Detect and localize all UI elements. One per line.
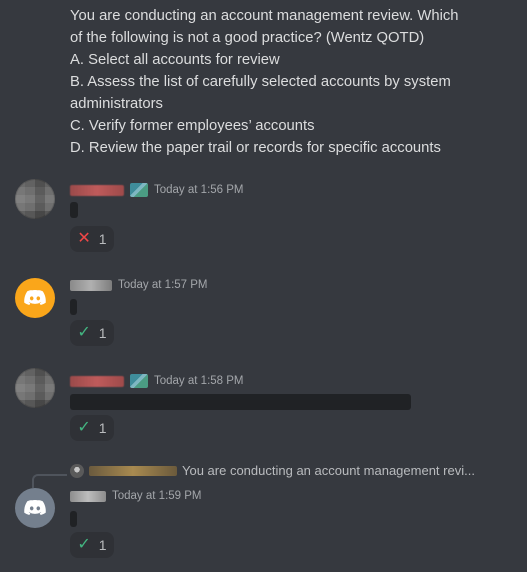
option-c: C. Verify former employees’ accounts <box>70 118 315 134</box>
username-redacted[interactable] <box>70 184 124 196</box>
check-mark-icon: ✓ <box>77 536 91 553</box>
timestamp: Today at 1:57 PM <box>118 279 208 291</box>
reply-connector <box>32 474 67 488</box>
reply-avatar <box>70 463 84 478</box>
cross-mark-icon: ✕ <box>77 230 91 247</box>
redacted-message-text <box>70 299 77 315</box>
option-b: B. Assess the list of carefully selected… <box>70 74 451 90</box>
message-header: Today at 1:57 PM <box>70 279 208 291</box>
username-redacted[interactable] <box>70 490 106 502</box>
question-message: You are conducting an account management… <box>70 5 515 159</box>
redacted-message-text <box>70 511 77 527</box>
redacted-message-text <box>70 202 78 218</box>
question-line: You are conducting an account management… <box>70 8 459 24</box>
reaction-chip[interactable]: ✓ 1 <box>70 415 114 441</box>
reaction-chip[interactable]: ✓ 1 <box>70 532 114 558</box>
check-mark-icon: ✓ <box>77 419 91 436</box>
message-header: Today at 1:58 PM <box>70 374 244 388</box>
reply-username-redacted <box>89 465 177 476</box>
username-redacted[interactable] <box>70 375 124 387</box>
role-icon <box>130 374 148 388</box>
discord-logo-icon <box>24 289 46 305</box>
timestamp: Today at 1:58 PM <box>154 375 244 387</box>
reaction-count: 1 <box>98 325 107 341</box>
reaction-count: 1 <box>98 537 107 553</box>
reply-preview-text[interactable]: You are conducting an account management… <box>182 463 475 478</box>
message-header: Today at 1:59 PM <box>70 490 202 502</box>
reaction-count: 1 <box>98 231 107 247</box>
timestamp: Today at 1:59 PM <box>112 490 202 502</box>
reaction-chip[interactable]: ✓ 1 <box>70 320 114 346</box>
option-d: D. Review the paper trail or records for… <box>70 140 441 156</box>
reaction-chip[interactable]: ✕ 1 <box>70 226 114 252</box>
reaction-count: 1 <box>98 420 107 436</box>
avatar[interactable] <box>15 368 55 408</box>
role-icon <box>130 183 148 197</box>
username-redacted[interactable] <box>70 279 112 291</box>
avatar[interactable] <box>15 179 55 219</box>
avatar[interactable] <box>15 488 55 528</box>
option-b-continuation: administrators <box>70 96 163 112</box>
message-header: Today at 1:56 PM <box>70 183 244 197</box>
timestamp: Today at 1:56 PM <box>154 184 244 196</box>
question-line: of the following is not a good practice?… <box>70 30 425 46</box>
avatar[interactable] <box>15 278 55 318</box>
discord-logo-icon <box>24 499 46 515</box>
check-mark-icon: ✓ <box>77 324 91 341</box>
chat-log: You are conducting an account management… <box>0 0 527 572</box>
reply-preview[interactable]: You are conducting an account management… <box>70 463 475 478</box>
redacted-message-text <box>70 394 411 410</box>
option-a: A. Select all accounts for review <box>70 52 280 68</box>
